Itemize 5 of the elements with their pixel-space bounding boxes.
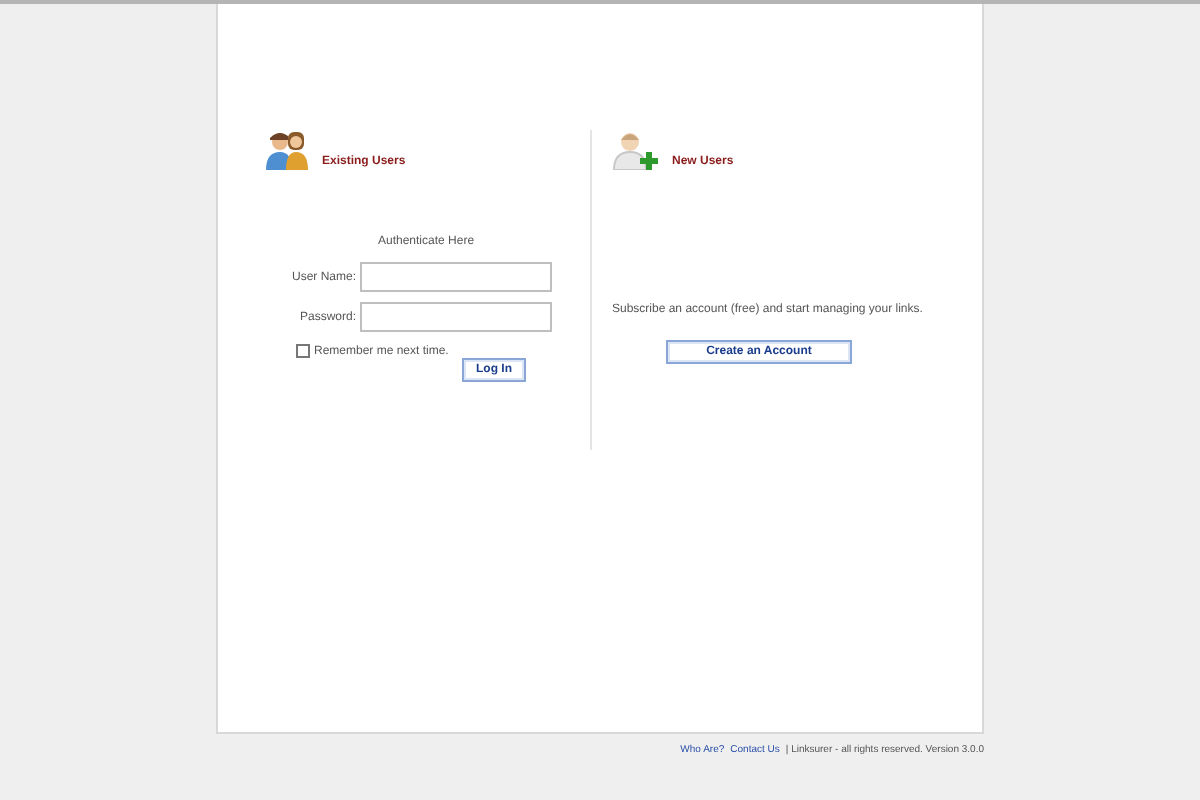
add-user-icon — [612, 130, 660, 170]
input-field[interactable] — [360, 262, 552, 292]
users-icon — [266, 130, 310, 170]
input-field[interactable] — [360, 302, 552, 332]
checkbox[interactable] — [296, 344, 310, 358]
